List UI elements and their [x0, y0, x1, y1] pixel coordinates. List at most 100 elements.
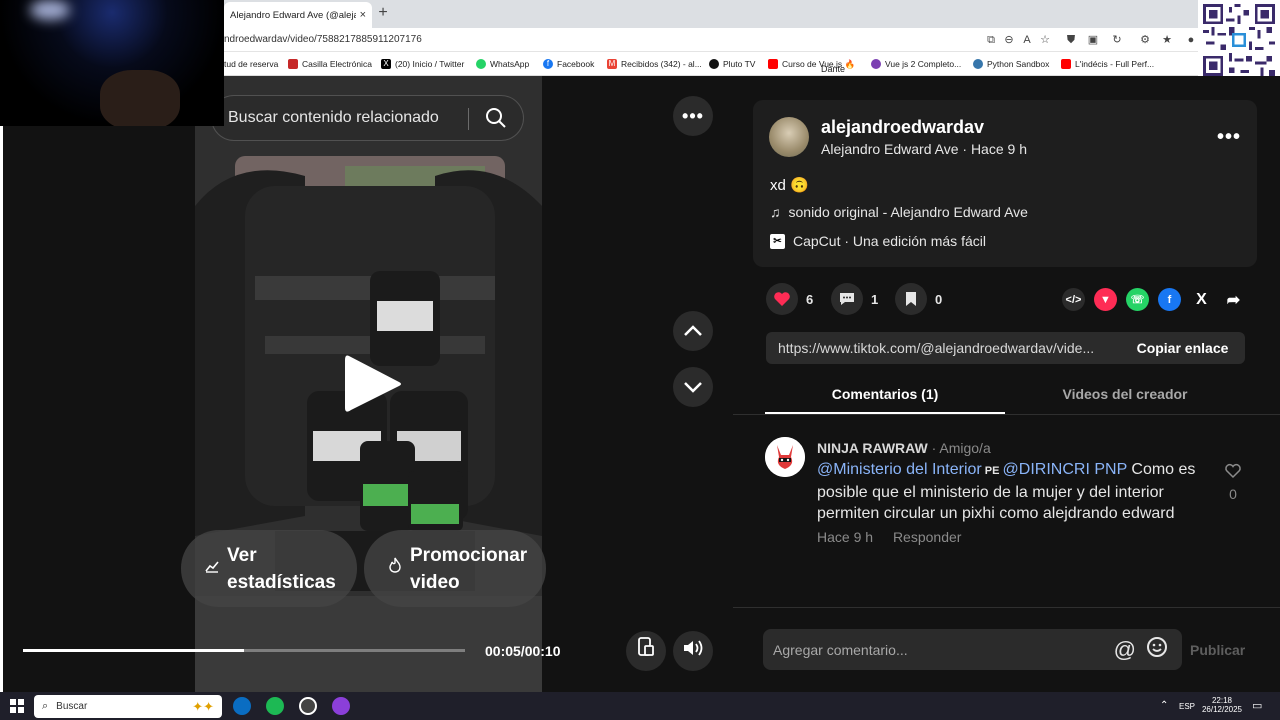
- spotify-app-icon[interactable]: [266, 697, 284, 715]
- settings-extension-icon[interactable]: ⚙: [1138, 33, 1152, 47]
- more-options-button[interactable]: •••: [673, 96, 713, 136]
- zoom-icon[interactable]: ⊖: [1002, 33, 1016, 47]
- comment-input[interactable]: Agregar comentario... @: [763, 629, 1182, 670]
- new-tab-button[interactable]: +: [374, 4, 392, 22]
- mention-link[interactable]: @Ministerio del Interior: [817, 461, 982, 478]
- windows-start-icon[interactable]: [10, 699, 24, 718]
- volume-icon: [684, 640, 703, 656]
- like-button[interactable]: 6: [766, 283, 813, 315]
- bookmark-item[interactable]: L'indécis - Full Perf...: [1061, 57, 1154, 71]
- share-link-text[interactable]: https://www.tiktok.com/@alejandroedwarda…: [766, 340, 1120, 356]
- search-icon[interactable]: [485, 107, 507, 134]
- x-share-icon[interactable]: X: [1190, 288, 1213, 311]
- publish-button[interactable]: Publicar: [1190, 642, 1245, 658]
- related-search-input[interactable]: Buscar contenido relacionado: [211, 95, 524, 141]
- profile-icon[interactable]: ●: [1184, 33, 1198, 47]
- capcut-link[interactable]: ✂ CapCut · Una edición más fácil: [770, 233, 986, 249]
- bookmark-item[interactable]: Vue js 2 Completo...: [871, 57, 961, 71]
- comment-icon: [831, 283, 863, 315]
- bookmark-item[interactable]: Casilla Electrónica: [288, 57, 372, 71]
- taskbar-search[interactable]: ⌕ Buscar ✦✦: [34, 695, 222, 718]
- more-horizontal-icon: •••: [682, 106, 704, 126]
- music-label: sonido original - Alejandro Edward Ave: [788, 204, 1028, 220]
- favorites-icon[interactable]: ★: [1160, 33, 1174, 47]
- promote-video-button[interactable]: Promocionar video: [364, 530, 546, 607]
- comment-author-line: NINJA RAWRAW · Amigo/a: [817, 440, 991, 456]
- previous-video-button[interactable]: [673, 311, 713, 351]
- play-icon: [345, 355, 401, 412]
- view-stats-button[interactable]: Ver estadísticas: [181, 530, 357, 607]
- refresh-extension-icon[interactable]: ↻: [1110, 33, 1124, 47]
- reply-button[interactable]: Responder: [893, 529, 962, 545]
- flag-icon: PE: [981, 465, 1003, 477]
- heart-icon: [766, 283, 798, 315]
- gmail-icon: M: [607, 59, 617, 69]
- mention-link[interactable]: @DIRINCRI PNP: [1003, 461, 1127, 478]
- tab-close-icon[interactable]: ×: [360, 9, 366, 21]
- bookmark-item[interactable]: Pluto TV: [709, 57, 755, 71]
- whatsapp-share-icon[interactable]: ☏: [1126, 288, 1149, 311]
- chevron-down-icon: [684, 382, 702, 393]
- bookmark-item[interactable]: X (20) Inicio / Twitter: [381, 57, 464, 71]
- pluto-tv-icon: [709, 59, 719, 69]
- bookmark-icon: [288, 59, 298, 69]
- bookmark-item[interactable]: WhatsApp: [476, 57, 529, 71]
- comment-input-placeholder: Agregar comentario...: [773, 641, 908, 658]
- post-more-icon[interactable]: •••: [1217, 126, 1241, 149]
- comment-button[interactable]: 1: [831, 283, 878, 315]
- tab-comments[interactable]: Comentarios (1): [765, 386, 1005, 402]
- volume-button[interactable]: [673, 631, 713, 671]
- play-button[interactable]: [343, 352, 403, 416]
- app-icon[interactable]: [332, 697, 350, 715]
- tray-chevron-up-icon[interactable]: ⌃: [1160, 700, 1168, 711]
- stats-label-line1: Ver: [227, 544, 257, 566]
- bookmark-item[interactable]: Python Sandbox: [973, 57, 1049, 71]
- mention-icon[interactable]: @: [1114, 637, 1136, 663]
- comment-body: @Ministerio del Interior PE @DIRINCRI PN…: [817, 459, 1202, 524]
- bookmark-item[interactable]: tud de reserva: [224, 57, 278, 71]
- send-icon[interactable]: ▼: [1094, 288, 1117, 311]
- python-icon: [973, 59, 983, 69]
- url-field[interactable]: ndroedwardav/video/7588217885911207176: [224, 34, 422, 45]
- comment-author[interactable]: NINJA RAWRAW: [817, 440, 928, 456]
- commenter-avatar[interactable]: [765, 437, 805, 477]
- comment-relation: · Amigo/a: [927, 440, 991, 456]
- browser-tab[interactable]: Alejandro Edward Ave (@alejandro ×: [224, 2, 372, 28]
- youtube-icon: [768, 59, 778, 69]
- save-button[interactable]: 0: [895, 283, 942, 315]
- clock[interactable]: 22:18 26/12/2025: [1200, 696, 1244, 714]
- open-app-icon[interactable]: ⧉: [984, 33, 998, 47]
- search-icon: ⌕: [42, 700, 49, 712]
- next-video-button[interactable]: [673, 367, 713, 407]
- shield-extension-icon[interactable]: ⛊: [1064, 33, 1078, 47]
- floating-player-button[interactable]: [626, 631, 666, 671]
- video-progress-fill: [23, 649, 244, 652]
- embed-icon[interactable]: </>: [1062, 288, 1085, 311]
- notification-icon[interactable]: ▭: [1252, 699, 1262, 712]
- facebook-share-icon[interactable]: f: [1158, 288, 1181, 311]
- video-progress-bar[interactable]: [23, 649, 465, 652]
- extension-icon[interactable]: ▣: [1086, 33, 1100, 47]
- bookmark-item[interactable]: M Recibidos (342) - al...: [607, 57, 702, 71]
- emoji-icon[interactable]: [1146, 636, 1168, 663]
- author-username[interactable]: alejandroedwardav: [821, 117, 984, 138]
- promote-label-line2: video: [410, 571, 460, 593]
- author-avatar[interactable]: [769, 117, 809, 157]
- read-aloud-icon[interactable]: A: [1020, 33, 1034, 47]
- favorite-star-icon[interactable]: ☆: [1038, 33, 1052, 47]
- tab-creator-videos[interactable]: Videos del creador: [1005, 386, 1245, 402]
- share-arrow-icon[interactable]: ➦: [1222, 288, 1245, 311]
- language-indicator[interactable]: ESP: [1179, 702, 1195, 711]
- author-subtitle: Alejandro Edward Ave · Hace 9 h: [821, 141, 1027, 157]
- chevron-up-icon: [684, 325, 702, 336]
- chart-icon: [205, 555, 221, 582]
- comment-like-button[interactable]: [1222, 463, 1244, 484]
- music-link[interactable]: ♫ sonido original - Alejandro Edward Ave: [770, 204, 1028, 220]
- copy-link-button[interactable]: Copiar enlace: [1120, 340, 1245, 356]
- bookmark-item[interactable]: f Facebook: [543, 57, 594, 71]
- music-note-icon: ♫: [770, 204, 781, 220]
- edge-app-icon[interactable]: [233, 697, 251, 715]
- save-count: 0: [935, 291, 943, 307]
- obs-app-icon[interactable]: [299, 697, 317, 715]
- bookmark-item[interactable]: Dante: [821, 62, 845, 76]
